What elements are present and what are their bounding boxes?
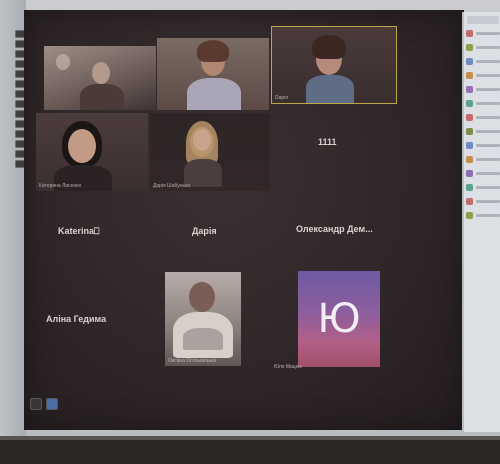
chat-panel-avatar-icon <box>466 142 473 149</box>
participant-name: Олександр Дем... <box>296 224 373 234</box>
chat-panel-avatar-icon <box>466 58 473 65</box>
chat-panel-avatar-icon <box>466 184 473 191</box>
chat-panel-avatar-icon <box>466 128 473 135</box>
participant-name: Дарія <box>192 226 217 236</box>
chat-panel-avatar-icon <box>466 86 473 93</box>
chat-panel-avatar-icon <box>466 156 473 163</box>
participant-caption: Дарія Шабунько <box>153 183 191 189</box>
participant-caption: Юля Мацюк <box>274 364 302 370</box>
taskbar-app-icon[interactable] <box>30 398 42 410</box>
active-speaker-tile[interactable]: Dарія <box>271 26 397 104</box>
chat-panel-avatar-icon <box>466 72 473 79</box>
chat-panel-avatar-icon <box>466 30 473 37</box>
video-tile[interactable]: Дарія Шабунько <box>150 113 270 191</box>
participants-panel <box>462 12 500 432</box>
participant-caption: Катерина Лисенко <box>39 183 82 189</box>
chat-panel-avatar-icon <box>466 198 473 205</box>
participant-name: 1111 <box>318 137 337 147</box>
chat-panel-avatar-icon <box>466 100 473 107</box>
chat-panel-avatar-icon <box>466 44 473 51</box>
taskbar <box>30 398 58 410</box>
chat-panel-avatar-icon <box>466 212 473 219</box>
board-tray <box>0 440 500 464</box>
avatar-letter: Ю <box>317 296 361 342</box>
video-tile[interactable] <box>157 38 269 110</box>
taskbar-app-icon[interactable] <box>46 398 58 410</box>
participant-caption: Оксана Огольвецька <box>168 358 217 364</box>
video-tile[interactable] <box>44 46 156 110</box>
video-tile[interactable]: Оксана Огольвецька <box>165 272 241 366</box>
participant-name: Katerina⎕ <box>58 226 100 236</box>
chat-panel-avatar-icon <box>466 170 473 177</box>
avatar[interactable]: Ю <box>298 271 380 367</box>
chat-panel-avatar-icon <box>466 114 473 121</box>
video-tile[interactable]: Катерина Лисенко <box>36 113 148 191</box>
participant-caption: Dарія <box>275 95 288 101</box>
participant-name: Аліна Гедима <box>46 314 107 324</box>
